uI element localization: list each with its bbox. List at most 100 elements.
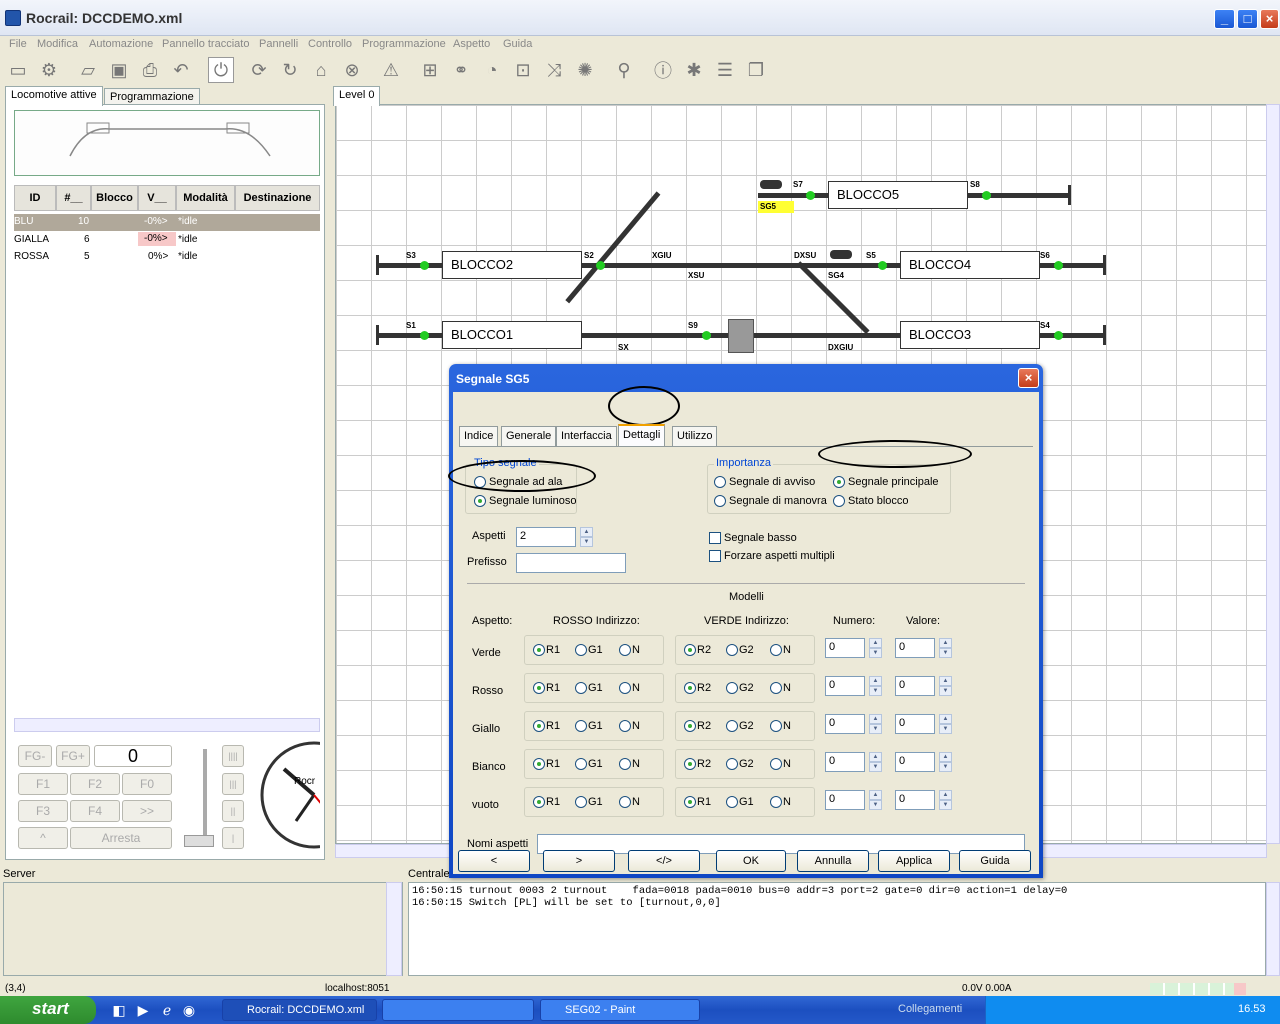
valore-spinner[interactable]: ▲ ▼	[939, 790, 952, 810]
rosso-radio[interactable]	[619, 758, 631, 770]
save-icon[interactable]: ▣	[106, 57, 132, 83]
speed-step-4-button[interactable]: ||||	[222, 745, 244, 767]
verde-radio[interactable]	[726, 796, 738, 808]
signal-s3[interactable]	[420, 261, 429, 270]
signal-s1[interactable]	[420, 331, 429, 340]
col-num[interactable]: #__	[56, 185, 91, 211]
block-blocco2[interactable]: BLOCCO2	[442, 251, 582, 279]
speed-step-3-button[interactable]: |||	[222, 773, 244, 795]
block-blocco1[interactable]: BLOCCO1	[442, 321, 582, 349]
train-icon[interactable]: ⊞	[417, 57, 443, 83]
numero-input[interactable]: 0	[825, 752, 865, 772]
valore-input[interactable]: 0	[895, 676, 935, 696]
tab-indice[interactable]: Indice	[459, 426, 499, 446]
radio-segnale-di-avviso[interactable]	[714, 476, 726, 488]
valore-spinner[interactable]: ▲ ▼	[939, 676, 952, 696]
rosso-radio[interactable]	[575, 720, 587, 732]
col-destinazione[interactable]: Destinazione	[235, 185, 320, 211]
help-button[interactable]: Guida	[959, 850, 1031, 872]
numero-spinner[interactable]: ▲ ▼	[869, 790, 882, 810]
undo-icon[interactable]: ↶	[168, 57, 194, 83]
radio-segnale-luminoso[interactable]	[474, 495, 486, 507]
valore-spinner[interactable]: ▲ ▼	[939, 752, 952, 772]
menu-file[interactable]: File	[9, 38, 27, 50]
next-button[interactable]: >	[543, 850, 615, 872]
signal-sg5[interactable]	[760, 180, 782, 189]
speed-slider-track[interactable]	[203, 749, 207, 839]
numero-input[interactable]: 0	[825, 790, 865, 810]
numero-spinner[interactable]: ▲ ▼	[869, 676, 882, 696]
print-icon[interactable]: ⎙	[137, 57, 163, 83]
verde-radio[interactable]	[684, 796, 696, 808]
canvas-vscrollbar[interactable]	[1266, 104, 1280, 844]
task-paint[interactable]: SEG02 - Paint	[540, 999, 700, 1021]
verde-radio[interactable]	[726, 644, 738, 656]
gauge-icon[interactable]: ◔	[479, 57, 505, 83]
valore-input[interactable]: 0	[895, 752, 935, 772]
block-blocco3[interactable]: BLOCCO3	[900, 321, 1040, 349]
block-blocco4[interactable]: BLOCCO4	[900, 251, 1040, 279]
fg-minus-button[interactable]: FG-	[18, 745, 52, 767]
menu-controllo[interactable]: Controllo	[308, 38, 352, 50]
ok-button[interactable]: OK	[716, 850, 786, 872]
valore-input[interactable]: 0	[895, 714, 935, 734]
numero-input[interactable]: 0	[825, 638, 865, 658]
verde-radio[interactable]	[684, 682, 696, 694]
aspetti-spinner[interactable]: ▲ ▼	[580, 527, 593, 547]
f4-button[interactable]: F4	[70, 800, 120, 822]
valore-input[interactable]: 0	[895, 638, 935, 658]
rosso-radio[interactable]	[533, 720, 545, 732]
valore-input[interactable]: 0	[895, 790, 935, 810]
quicklaunch-explorer-icon[interactable]: ◧	[106, 997, 132, 1023]
rosso-radio[interactable]	[575, 644, 587, 656]
f1-button[interactable]: F1	[18, 773, 68, 795]
power-icon[interactable]: ⏻	[208, 57, 234, 83]
verde-radio[interactable]	[726, 758, 738, 770]
signal-s9[interactable]	[702, 331, 711, 340]
dialog-close-button[interactable]: ×	[1018, 368, 1039, 388]
menu-automazione[interactable]: Automazione	[89, 38, 153, 50]
numero-spinner[interactable]: ▲ ▼	[869, 714, 882, 734]
rosso-radio[interactable]	[575, 758, 587, 770]
clock-time[interactable]: 16.53	[1238, 1003, 1266, 1015]
search-icon[interactable]: ⚲	[611, 57, 637, 83]
numero-input[interactable]: 0	[825, 714, 865, 734]
numero-input[interactable]: 0	[825, 676, 865, 696]
apply-button[interactable]: Applica	[878, 850, 950, 872]
signal-s7[interactable]	[806, 191, 815, 200]
tab-dettagli[interactable]: Dettagli	[618, 424, 666, 446]
col-modalita[interactable]: Modalità	[176, 185, 235, 211]
verde-radio[interactable]	[770, 758, 782, 770]
table-row[interactable]: BLU 10 -0%> *idle	[14, 214, 320, 231]
signal-s2[interactable]	[596, 261, 605, 270]
verde-radio[interactable]	[770, 720, 782, 732]
direction-button[interactable]: ^	[18, 827, 68, 849]
start-button[interactable]: start	[0, 996, 96, 1024]
menu-pannello-tracciato[interactable]: Pannello tracciato	[162, 38, 249, 50]
speed-step-2-button[interactable]: ||	[222, 800, 244, 822]
signal-s6[interactable]	[1054, 261, 1063, 270]
pages-icon[interactable]: ❐	[743, 57, 769, 83]
valore-spinner[interactable]: ▲ ▼	[939, 714, 952, 734]
menu-aspetto[interactable]: Aspetto	[453, 38, 490, 50]
turntable-element[interactable]	[728, 319, 754, 353]
warning-icon[interactable]: ⚠	[378, 57, 404, 83]
rotate-icon[interactable]: ↻	[277, 57, 303, 83]
rosso-radio[interactable]	[619, 682, 631, 694]
f0-button[interactable]: F0	[122, 773, 172, 795]
more-functions-button[interactable]: >>	[122, 800, 172, 822]
radio-segnale-principale[interactable]	[833, 476, 845, 488]
rosso-radio[interactable]	[619, 644, 631, 656]
rosso-radio[interactable]	[575, 796, 587, 808]
speed-slider-handle[interactable]	[184, 835, 214, 847]
numero-spinner[interactable]: ▲ ▼	[869, 638, 882, 658]
checkbox-forzare-aspetti[interactable]	[709, 550, 721, 562]
open-folder-icon[interactable]: ▱	[75, 57, 101, 83]
block-blocco5[interactable]: BLOCCO5	[828, 181, 968, 209]
network-icon[interactable]: ⊡	[510, 57, 536, 83]
info-icon[interactable]: ⓘ	[650, 57, 676, 83]
radio-stato-blocco[interactable]	[833, 495, 845, 507]
light-icon[interactable]: ✺	[572, 57, 598, 83]
verde-radio[interactable]	[726, 720, 738, 732]
links-toolbar-label[interactable]: Collegamenti	[898, 1003, 962, 1015]
